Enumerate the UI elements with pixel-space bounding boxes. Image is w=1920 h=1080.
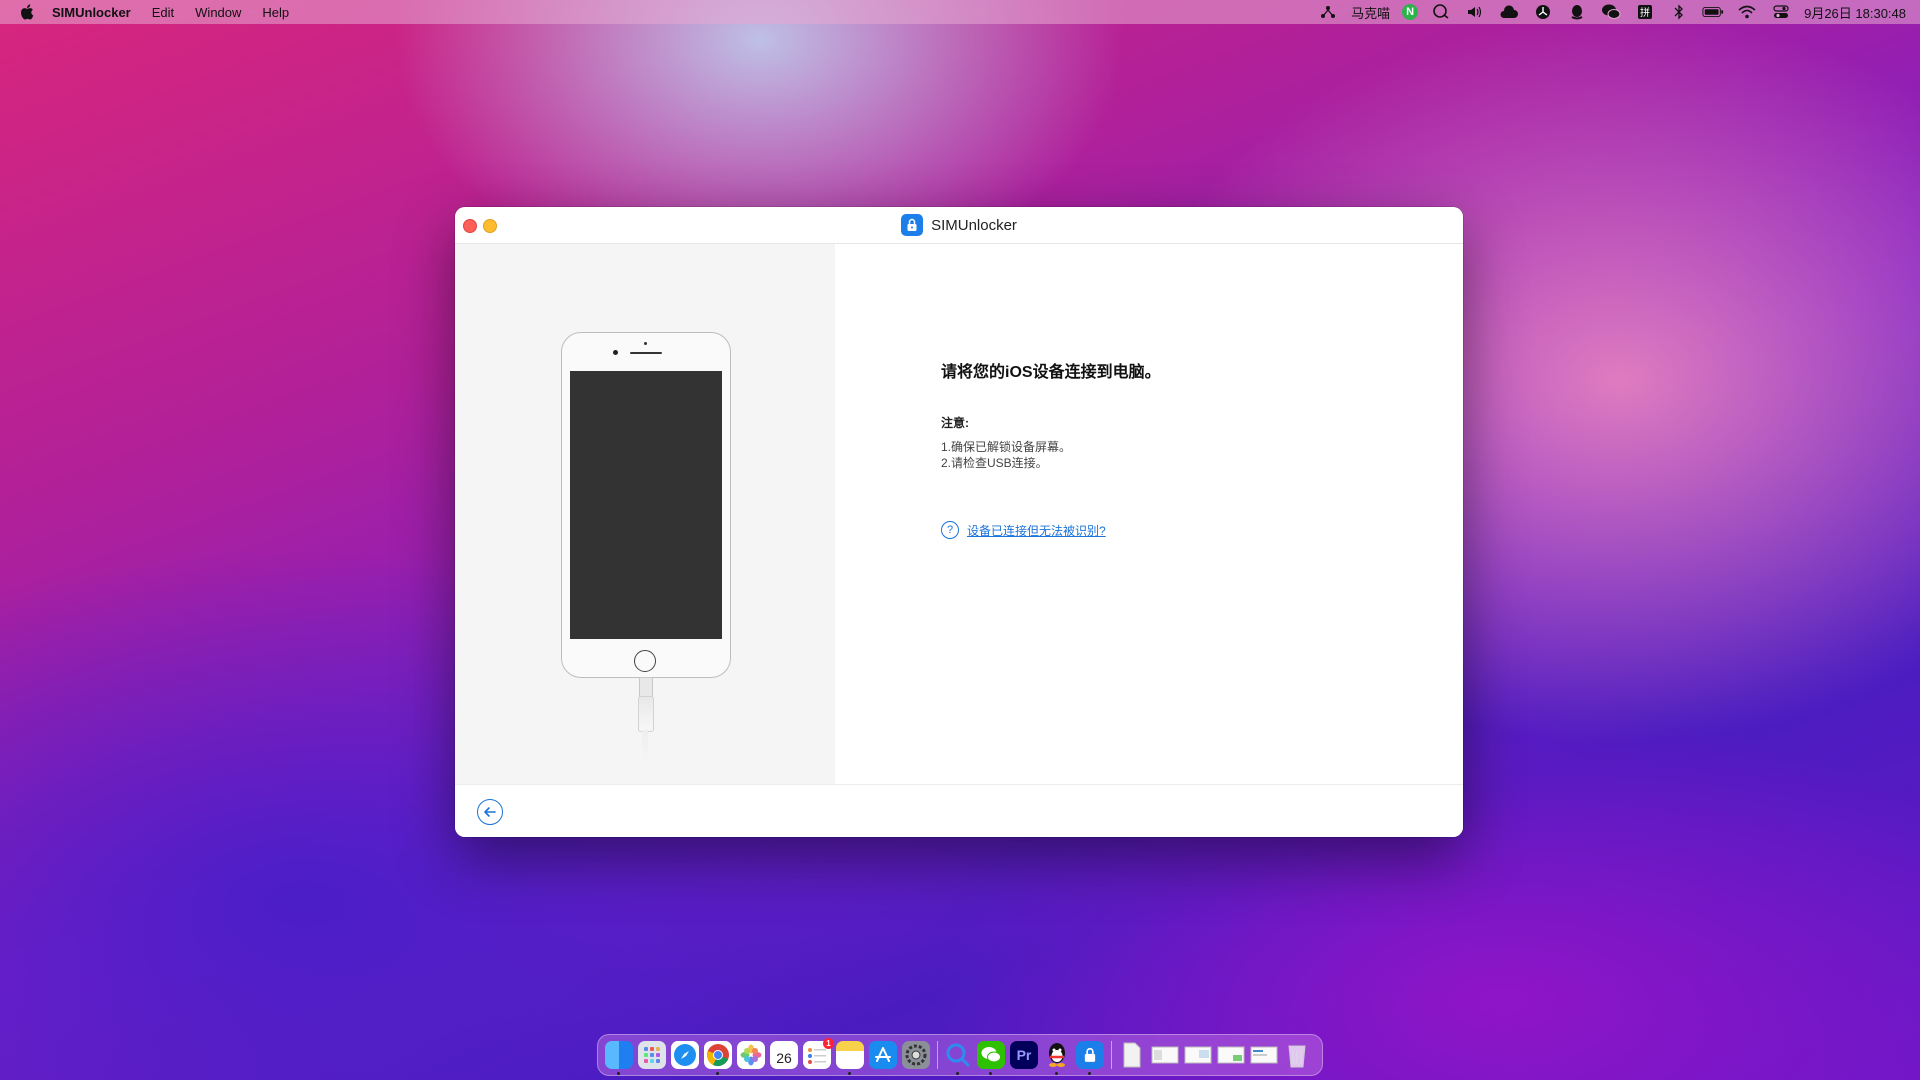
rosetta-icon[interactable] bbox=[1532, 4, 1554, 20]
tray-user-name[interactable]: 马克喵 bbox=[1351, 3, 1390, 22]
note-line-2: 2.请检查USB连接。 bbox=[941, 456, 1048, 470]
question-circle-icon[interactable]: ? bbox=[941, 521, 959, 539]
screenshot-thumbnail-1-icon[interactable] bbox=[1151, 1041, 1179, 1069]
dock: 26 1 Pr bbox=[597, 1034, 1323, 1076]
system-preferences-icon[interactable] bbox=[902, 1041, 930, 1069]
calendar-icon[interactable]: 26 bbox=[770, 1041, 798, 1069]
network-share-icon[interactable] bbox=[1317, 4, 1339, 20]
note-title: 注意: bbox=[941, 416, 969, 430]
document-icon[interactable] bbox=[1118, 1041, 1146, 1069]
launchpad-icon[interactable] bbox=[638, 1041, 666, 1069]
app-store-icon[interactable] bbox=[869, 1041, 897, 1069]
menu-edit[interactable]: Edit bbox=[152, 5, 174, 20]
apple-menu-icon[interactable] bbox=[20, 4, 34, 20]
lightning-cable-head bbox=[638, 696, 654, 732]
safari-icon[interactable] bbox=[671, 1041, 699, 1069]
control-center-icon[interactable] bbox=[1770, 4, 1792, 20]
device-not-recognized-link[interactable]: 设备已连接但无法被识别? bbox=[967, 522, 1106, 539]
note-line-1: 1.确保已解锁设备屏幕。 bbox=[941, 440, 1072, 454]
instructions-pane: 请将您的iOS设备连接到电脑。 注意: 1.确保已解锁设备屏幕。 2.请检查US… bbox=[835, 244, 1463, 784]
bluetooth-icon[interactable] bbox=[1668, 4, 1690, 20]
simunlocker-dock-icon[interactable] bbox=[1076, 1041, 1104, 1075]
qq-icon[interactable] bbox=[1566, 4, 1588, 20]
connect-device-heading: 请将您的iOS设备连接到电脑。 bbox=[941, 364, 1161, 381]
svg-text:拼: 拼 bbox=[1640, 6, 1650, 19]
device-illustration-pane bbox=[455, 244, 835, 784]
phone-sensor-dot bbox=[644, 342, 647, 345]
trash-icon[interactable] bbox=[1283, 1041, 1311, 1069]
menu-app-name[interactable]: SIMUnlocker bbox=[52, 5, 131, 20]
phone-camera bbox=[613, 350, 618, 355]
photos-icon[interactable] bbox=[737, 1041, 765, 1069]
dock-separator-2 bbox=[1111, 1041, 1112, 1069]
phone-speaker bbox=[630, 352, 662, 354]
window-footer bbox=[455, 784, 1463, 837]
search-chat-icon[interactable] bbox=[1430, 4, 1452, 20]
qq-dock-icon[interactable] bbox=[1043, 1041, 1071, 1075]
notes-icon[interactable] bbox=[836, 1041, 864, 1075]
menu-window[interactable]: Window bbox=[195, 5, 241, 20]
n-app-icon[interactable]: N bbox=[1402, 4, 1419, 20]
screenshot-thumbnail-3-icon[interactable] bbox=[1217, 1041, 1245, 1069]
premiere-pro-icon[interactable]: Pr bbox=[1010, 1041, 1038, 1069]
battery-icon[interactable] bbox=[1702, 4, 1724, 20]
dock-separator bbox=[937, 1041, 938, 1069]
reminders-icon[interactable]: 1 bbox=[803, 1038, 834, 1069]
screenshot-thumbnail-2-icon[interactable] bbox=[1184, 1041, 1212, 1069]
search-app-icon[interactable] bbox=[944, 1041, 972, 1075]
phone-home-button bbox=[634, 650, 656, 672]
input-method-icon[interactable]: 拼 bbox=[1634, 4, 1656, 20]
window-title: SIMUnlocker bbox=[455, 207, 1463, 243]
menu-help[interactable]: Help bbox=[262, 5, 289, 20]
title-bar[interactable]: SIMUnlocker bbox=[455, 207, 1463, 244]
cloud-icon[interactable] bbox=[1498, 4, 1520, 20]
arrow-left-icon bbox=[484, 807, 496, 817]
back-button[interactable] bbox=[477, 799, 503, 825]
lightning-cable-wire bbox=[642, 730, 648, 762]
screenshot-thumbnail-4-icon[interactable] bbox=[1250, 1041, 1278, 1069]
wifi-icon[interactable] bbox=[1736, 4, 1758, 20]
simunlocker-window: SIMUnlocker 请将您的iOS设备连接到电脑。 注意: 1.确保已解锁设… bbox=[455, 207, 1463, 837]
device-not-recognized-help[interactable]: ? 设备已连接但无法被识别? bbox=[941, 521, 1106, 539]
wechat-dock-icon[interactable] bbox=[977, 1041, 1005, 1075]
volume-icon[interactable] bbox=[1464, 4, 1486, 20]
phone-screen bbox=[570, 371, 722, 639]
window-title-text: SIMUnlocker bbox=[931, 216, 1017, 234]
wechat-icon[interactable] bbox=[1600, 4, 1622, 20]
chrome-icon[interactable] bbox=[704, 1041, 732, 1075]
simunlocker-logo-icon bbox=[901, 214, 924, 236]
menu-bar: SIMUnlocker Edit Window Help 马克喵 N 拼 9月2… bbox=[0, 0, 1920, 24]
reminders-badge: 1 bbox=[823, 1038, 834, 1049]
iphone-illustration bbox=[561, 332, 731, 678]
menubar-clock[interactable]: 9月26日 18:30:48 bbox=[1804, 3, 1906, 22]
finder-icon[interactable] bbox=[605, 1041, 633, 1075]
